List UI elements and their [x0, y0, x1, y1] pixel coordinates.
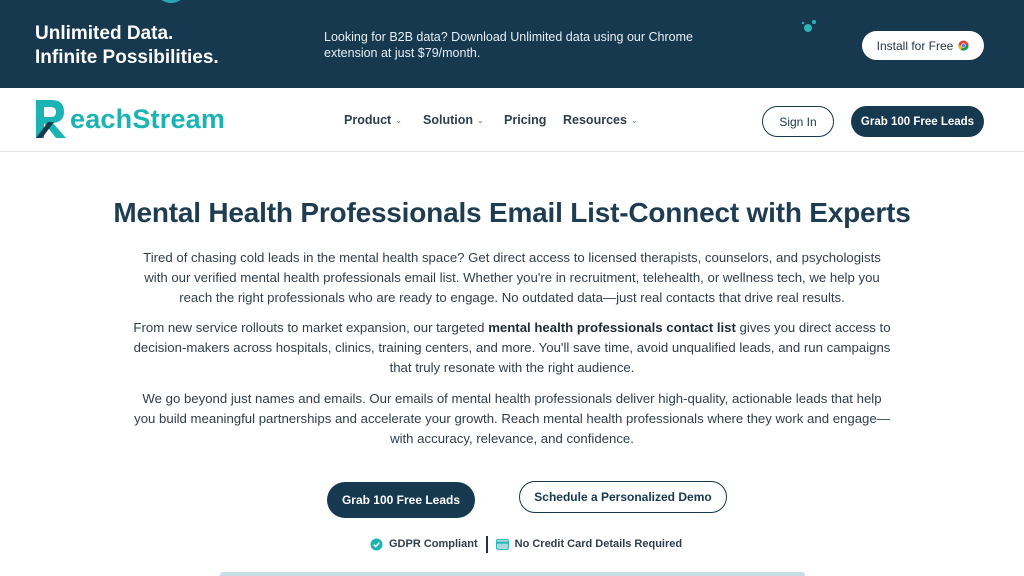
- contact-list-link[interactable]: mental health professionals contact list: [488, 320, 736, 335]
- gdpr-label: GDPR Compliant: [389, 538, 478, 550]
- value-paragraph: We go beyond just names and emails. Our …: [134, 391, 890, 446]
- content-preview-edge: [220, 572, 805, 576]
- badge-divider: [485, 535, 488, 553]
- main-nav: eachStream Product ⌄ Solution ⌄ Pricing …: [0, 88, 1024, 152]
- logo-text: eachStream: [70, 103, 226, 134]
- promo-title: Unlimited Data. Infinite Possibilities.: [35, 22, 219, 70]
- page-title: Mental Health Professionals Email List-C…: [113, 197, 911, 228]
- trust-badges: GDPR Compliant No Credit Card Details Re…: [370, 535, 682, 553]
- promo-banner: Unlimited Data. Infinite Possibilities. …: [0, 0, 1024, 88]
- gdpr-badge: GDPR Compliant: [370, 537, 478, 551]
- promo-text: Looking for B2B data? Download Unlimited…: [324, 30, 693, 60]
- chrome-icon: [958, 40, 969, 51]
- nav-item-label: Resources: [563, 113, 627, 127]
- install-for-free-button[interactable]: Install for Free: [862, 31, 984, 60]
- sign-in-button[interactable]: Sign In: [762, 106, 834, 137]
- nav-item-label: Product: [344, 113, 392, 127]
- intro-paragraph: Tired of chasing cold leads in the menta…: [143, 250, 881, 305]
- promo-title-line2: Infinite Possibilities.: [35, 47, 219, 68]
- no-credit-card-label: No Credit Card Details Required: [514, 538, 683, 550]
- decorative-dots: [801, 20, 816, 32]
- chevron-down-icon: ⌄: [477, 115, 484, 125]
- promo-title-line1: Unlimited Data.: [35, 23, 174, 44]
- paragraph-text: From new service rollouts to market expa…: [133, 320, 489, 335]
- install-label: Install for Free: [876, 38, 954, 53]
- nav-item-product[interactable]: Product ⌄: [344, 113, 423, 127]
- schedule-demo-button[interactable]: Schedule a Personalized Demo: [519, 481, 727, 513]
- nav-item-pricing[interactable]: Pricing: [504, 113, 563, 127]
- grab-free-leads-nav-button[interactable]: Grab 100 Free Leads: [851, 106, 984, 137]
- nav-item-label: Solution: [423, 113, 473, 127]
- chevron-down-icon: ⌄: [395, 115, 402, 125]
- no-credit-card-badge: No Credit Card Details Required: [495, 538, 683, 550]
- chevron-down-icon: ⌄: [630, 115, 638, 125]
- credit-card-icon: [495, 538, 509, 550]
- decorative-arc: [161, 0, 181, 3]
- reachstream-logo[interactable]: eachStream: [34, 98, 225, 140]
- nav-links: Product ⌄ Solution ⌄ Pricing Resources ⌄: [344, 88, 643, 152]
- logo-mark-icon: [36, 100, 66, 138]
- targeting-paragraph: From new service rollouts to market expa…: [130, 318, 894, 378]
- check-circle-icon: [370, 537, 383, 551]
- grab-free-leads-button[interactable]: Grab 100 Free Leads: [327, 482, 475, 518]
- nav-item-label: Pricing: [504, 113, 547, 127]
- nav-item-solution[interactable]: Solution ⌄: [423, 113, 504, 127]
- nav-item-resources[interactable]: Resources ⌄: [563, 113, 643, 127]
